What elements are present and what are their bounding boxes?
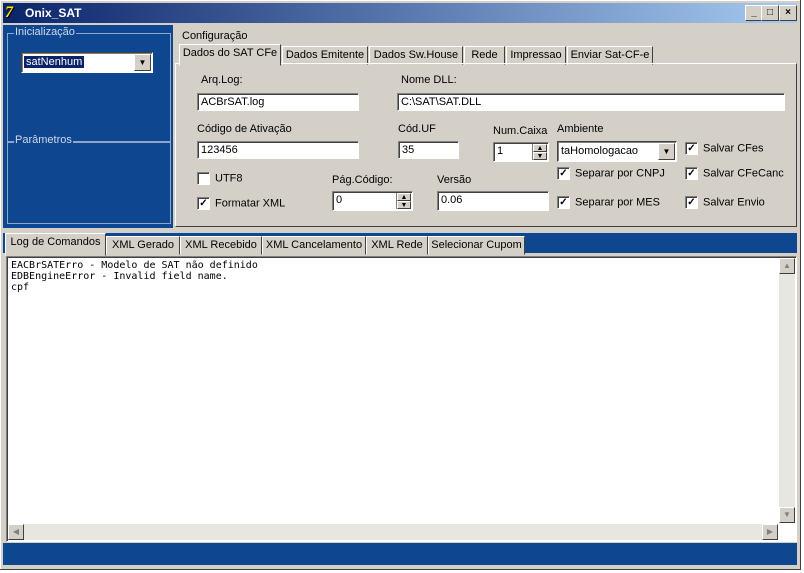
check-icon[interactable]: ✓ <box>557 167 570 180</box>
dados-sat-cfe-panel: Arq.Log: ACBrSAT.log Nome DLL: C:\SAT\SA… <box>175 63 797 227</box>
scroll-up-icon[interactable]: ▲ <box>779 258 795 274</box>
utf8-checkbox[interactable]: UTF8 <box>197 172 243 185</box>
separar-mes-label: Separar por MES <box>575 196 660 209</box>
log-lines: EACBrSATErro - Modelo de SAT não definid… <box>11 260 258 293</box>
utf8-label: UTF8 <box>215 172 243 185</box>
scroll-left-icon[interactable]: ◀ <box>8 524 24 540</box>
parametros-group: Parâmetros <box>7 134 171 224</box>
spin-down-icon[interactable]: ▼ <box>397 201 411 209</box>
check-icon[interactable]: ✓ <box>685 167 698 180</box>
salvar-cfes-label: Salvar CFes <box>703 142 764 155</box>
tab-xml-gerado[interactable]: XML Gerado <box>106 236 180 255</box>
spin-down-icon[interactable]: ▼ <box>533 152 547 160</box>
parametros-label: Parâmetros <box>14 134 73 146</box>
sat-model-select[interactable]: satNenhum ▼ <box>21 52 153 73</box>
spin-up-icon[interactable]: ▲ <box>533 144 547 152</box>
versao-input[interactable]: 0.06 <box>437 191 549 211</box>
versao-label: Versão <box>437 174 472 186</box>
sat-model-value: satNenhum <box>24 56 85 68</box>
check-icon[interactable]: ✓ <box>685 142 698 155</box>
pag-codigo-label: Pág.Código: <box>332 174 393 186</box>
log-memo[interactable]: EACBrSATErro - Modelo de SAT não definid… <box>6 256 797 542</box>
title-bar[interactable]: 7 Onix_SAT _ □ × <box>3 3 797 23</box>
tab-selecionar-cupom[interactable]: Selecionar Cupom <box>428 236 525 255</box>
check-icon[interactable]: ✓ <box>557 196 570 209</box>
horizontal-scrollbar[interactable]: ◀ ▶ <box>8 524 778 540</box>
separar-mes-checkbox[interactable]: ✓ Separar por MES <box>557 196 660 209</box>
tab-log-de-comandos[interactable]: Log de Comandos <box>5 233 106 256</box>
salvar-envio-checkbox[interactable]: ✓ Salvar Envio <box>685 196 765 209</box>
check-icon[interactable]: ✓ <box>197 197 210 210</box>
scroll-down-icon[interactable]: ▼ <box>779 507 795 523</box>
checkbox-empty-icon[interactable] <box>197 172 210 185</box>
tab-xml-recebido[interactable]: XML Recebido <box>180 236 262 255</box>
close-button[interactable]: × <box>779 5 797 21</box>
pag-codigo-spinner[interactable]: ▲ ▼ <box>396 193 411 209</box>
log-tabs-bar: Log de Comandos XML Gerado XML Recebido … <box>3 233 797 256</box>
vertical-scrollbar[interactable]: ▲ ▼ <box>779 258 795 523</box>
cod-uf-input[interactable]: 35 <box>398 141 459 159</box>
configuracao-label: Configuração <box>182 30 248 42</box>
separar-cnpj-checkbox[interactable]: ✓ Separar por CNPJ <box>557 167 665 180</box>
chevron-down-icon[interactable]: ▼ <box>134 54 151 71</box>
salvar-cfecanc-checkbox[interactable]: ✓ Salvar CFeCanc <box>685 167 784 180</box>
tab-dados-sat-cfe[interactable]: Dados do SAT CFe <box>179 44 281 66</box>
codigo-ativacao-label: Código de Ativação <box>197 123 292 135</box>
ambiente-label: Ambiente <box>557 123 604 135</box>
chevron-down-icon[interactable]: ▼ <box>658 143 675 160</box>
pag-codigo-value: 0 <box>336 194 343 206</box>
inicializacao-label: Inicialização <box>14 26 76 38</box>
num-caixa-value: 1 <box>497 145 504 157</box>
nome-dll-label: Nome DLL: <box>401 74 457 86</box>
check-icon[interactable]: ✓ <box>685 196 698 209</box>
salvar-cfecanc-label: Salvar CFeCanc <box>703 167 784 180</box>
tab-xml-cancelamento[interactable]: XML Cancelamento <box>262 236 366 255</box>
inicializacao-group: Inicialização satNenhum ▼ <box>7 26 171 143</box>
window-title: Onix_SAT <box>25 6 82 20</box>
num-caixa-input[interactable]: 1 ▲ ▼ <box>493 142 549 162</box>
num-caixa-spinner[interactable]: ▲ ▼ <box>532 144 547 160</box>
formatar-xml-label: Formatar XML <box>215 197 286 210</box>
arq-log-label: Arq.Log: <box>201 74 243 86</box>
arq-log-input[interactable]: ACBrSAT.log <box>197 93 359 111</box>
pag-codigo-input[interactable]: 0 ▲ ▼ <box>332 191 413 211</box>
app-icon: 7 <box>5 4 13 21</box>
scroll-right-icon[interactable]: ▶ <box>762 524 778 540</box>
log-line: cpf <box>11 282 30 293</box>
configuracao-group: Configuração Dados do SAT CFe Dados Emit… <box>175 30 797 227</box>
separar-cnpj-label: Separar por CNPJ <box>575 167 665 180</box>
spin-up-icon[interactable]: ▲ <box>397 193 411 201</box>
formatar-xml-checkbox[interactable]: ✓ Formatar XML <box>197 197 285 210</box>
left-panel: Inicialização satNenhum ▼ Parâmetros <box>3 25 173 228</box>
tab-xml-rede[interactable]: XML Rede <box>366 236 428 255</box>
log-line: EDBEngineError - Invalid field name. <box>11 271 228 282</box>
codigo-ativacao-input[interactable]: 123456 <box>197 141 359 159</box>
log-line: EACBrSATErro - Modelo de SAT não definid… <box>11 260 258 271</box>
num-caixa-label: Num.Caixa <box>493 125 548 137</box>
salvar-envio-label: Salvar Envio <box>703 196 765 209</box>
status-bar <box>3 543 797 565</box>
nome-dll-input[interactable]: C:\SAT\SAT.DLL <box>397 93 785 111</box>
main-window: 7 Onix_SAT _ □ × Inicialização satNenhum… <box>0 0 801 570</box>
ambiente-value: taHomologacao <box>561 145 639 157</box>
ambiente-select[interactable]: taHomologacao ▼ <box>557 141 677 162</box>
maximize-button[interactable]: □ <box>761 5 779 21</box>
cod-uf-label: Cód.UF <box>398 123 436 135</box>
salvar-cfes-checkbox[interactable]: ✓ Salvar CFes <box>685 142 764 155</box>
